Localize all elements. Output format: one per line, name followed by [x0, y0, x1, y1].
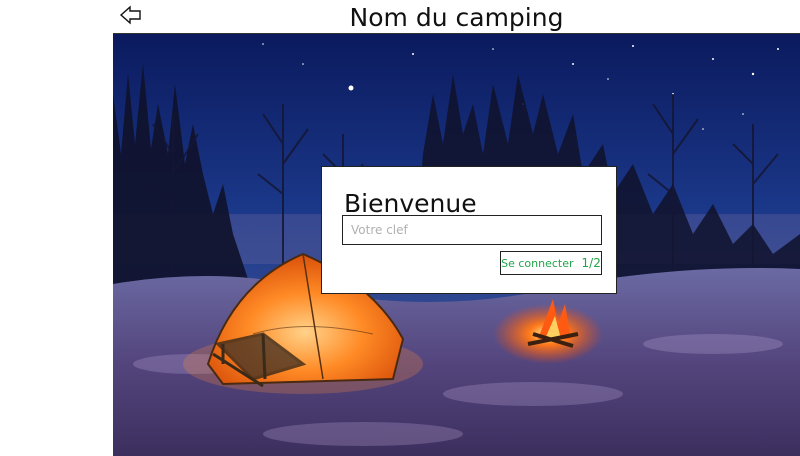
- left-margin: [0, 0, 113, 456]
- title-bar: Nom du camping: [113, 0, 800, 34]
- page-indicator: 1/2: [581, 256, 601, 270]
- login-card: Bienvenue Se connecter 1/2: [321, 166, 617, 294]
- page-title: Nom du camping: [349, 3, 564, 32]
- login-button[interactable]: Se connecter 1/2: [500, 251, 602, 275]
- app-window: Nom du camping Bienvenue Se connecter 1/…: [113, 0, 800, 456]
- key-input[interactable]: [342, 215, 602, 245]
- login-button-label: Se connecter: [501, 256, 574, 270]
